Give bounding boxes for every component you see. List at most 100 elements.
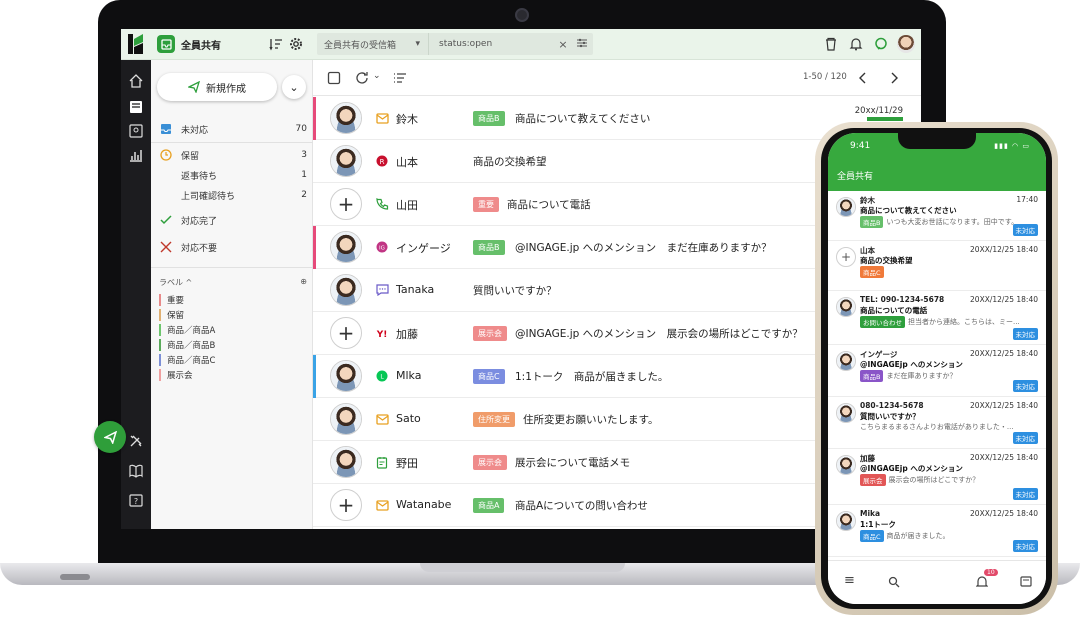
sort-icon[interactable] [269, 37, 283, 51]
avatar-image [331, 404, 361, 434]
contact-avatar[interactable] [330, 403, 362, 435]
phone-list-item[interactable]: インゲージ 20XX/12/25 18:40 @INGAGEjp へのメンション 商品… [828, 345, 1046, 397]
refresh-icon[interactable] [355, 71, 369, 85]
sidebar-item-label: 保留 [181, 151, 200, 162]
search-scope-select[interactable]: 全員共有の受信箱 ▾ [317, 33, 429, 55]
label-tag: 商品B [860, 370, 884, 382]
status-badge: 未対応 [1012, 224, 1038, 236]
contact-avatar[interactable] [330, 145, 362, 177]
home-icon[interactable] [129, 74, 143, 88]
labels-header[interactable]: ラベル ^ ⊕ [159, 277, 307, 288]
contact-avatar [836, 351, 856, 371]
nav-rail: ? [121, 60, 151, 529]
label-tag: 重要 [473, 197, 499, 212]
label-item[interactable]: 商品／商品C [159, 353, 299, 367]
search-icon[interactable] [888, 576, 900, 588]
chat-bubble-icon[interactable] [874, 37, 888, 51]
item-preview: 担当者から連絡。こちらは、ミー... [908, 318, 1020, 326]
next-page-icon[interactable] [887, 71, 901, 85]
avatar-image [331, 361, 361, 391]
phone-list-item[interactable]: TEL: 090-1234-5678 20XX/12/25 18:40 商品について… [828, 291, 1046, 345]
phone-compose-button[interactable] [94, 421, 126, 453]
contact-avatar[interactable] [330, 231, 362, 263]
select-all-checkbox[interactable] [327, 71, 341, 85]
contact-avatar[interactable] [330, 274, 362, 306]
contact-avatar [836, 297, 856, 317]
row-accent-bar [313, 97, 316, 140]
list-sort-icon[interactable] [393, 71, 407, 85]
status-indicator [867, 117, 903, 121]
sidebar-item-boss-check[interactable]: 上司確認待ち 2 [151, 185, 313, 205]
avatar-image [331, 232, 361, 262]
label-name: 商品／商品C [167, 356, 216, 366]
contact-avatar[interactable] [330, 446, 362, 478]
phone-icon [375, 197, 389, 211]
bell-icon[interactable] [849, 37, 863, 51]
gear-icon[interactable] [289, 37, 303, 51]
contact-name: 加藤 [396, 328, 418, 341]
mail-icon [375, 111, 389, 125]
user-avatar[interactable] [897, 35, 915, 53]
phone-list-item[interactable]: 080-1234-5678 20XX/12/25 18:40 質問いいですか？ こちら… [828, 397, 1046, 449]
phone-list-item[interactable]: 加藤 20XX/12/25 18:40 @INGAGEjp へのメンション 展示会 展示… [828, 449, 1046, 505]
conversation-subject: @INGAGE.jp へのメンション まだ在庫ありますか？ [515, 242, 772, 254]
close-icon [159, 241, 173, 253]
label-item[interactable]: 商品／商品A [159, 323, 299, 337]
sidebar-item-awaiting-reply[interactable]: 返事待ち 1 [151, 165, 313, 185]
contact-name: Tanaka [396, 283, 435, 296]
item-preview-row: こちらまるまるさんよりお電話がありました・... [860, 422, 1014, 432]
filter-icon[interactable] [571, 38, 593, 51]
divider [151, 267, 313, 268]
add-contact-button[interactable]: + [330, 188, 362, 220]
label-tag: 商品C [860, 530, 884, 542]
status-badge: 未対応 [1012, 488, 1038, 500]
inbox-nav-icon[interactable] [129, 100, 143, 114]
help-icon[interactable]: ? [129, 494, 143, 508]
avatar-image [837, 512, 855, 530]
conversation-subject: 住所変更お願いいたします。 [523, 414, 659, 426]
item-subject: 商品の交換希望 [860, 256, 913, 265]
contact-name: Mlka [396, 369, 422, 382]
prev-page-icon[interactable] [856, 71, 870, 85]
sidebar-item-done[interactable]: 対応完了 [151, 210, 313, 230]
pagination-text: 1-50 / 120 [803, 72, 847, 82]
phone-list-item[interactable]: 鈴木 17:40 商品について教えてください 商品B いつも大変お世話になります。田中で… [828, 191, 1046, 241]
bell-icon[interactable] [976, 575, 988, 588]
contact-name: 野田 [396, 457, 418, 470]
label-tag: 展示会 [860, 474, 886, 486]
contact-avatar[interactable] [330, 360, 362, 392]
sidebar-item-not-needed[interactable]: 対応不要 [151, 237, 313, 257]
phone-list-item[interactable]: + 山本 20XX/12/25 18:40 商品の交換希望 商品C [828, 241, 1046, 291]
add-contact-button[interactable]: + [330, 317, 362, 349]
contact-avatar[interactable] [330, 102, 362, 134]
clear-search-icon[interactable]: × [555, 38, 571, 51]
analytics-icon[interactable] [129, 148, 143, 162]
compose-button[interactable]: 新規作成 [157, 73, 277, 101]
phone-list-item[interactable]: Mika 20XX/12/25 18:40 1:1トーク 商品C 商品が届きました。 未対… [828, 505, 1046, 557]
label-item[interactable]: 展示会 [159, 368, 299, 382]
inbox-icon [157, 35, 175, 53]
memo-icon [375, 455, 389, 469]
status-badge: 未対応 [1012, 540, 1038, 552]
label-item[interactable]: 保留 [159, 308, 299, 322]
add-label-icon[interactable]: ⊕ [300, 277, 307, 288]
add-contact-button[interactable]: + [330, 489, 362, 521]
label-item[interactable]: 重要 [159, 293, 299, 307]
chevron-down-icon[interactable]: ⌄ [373, 71, 381, 81]
app-logo-icon [128, 34, 143, 54]
menu-icon[interactable]: ≡ [844, 573, 855, 588]
contact-name: Sato [396, 412, 421, 425]
label-item[interactable]: 商品／商品B [159, 338, 299, 352]
search-bar[interactable]: 全員共有の受信箱 ▾ status:open × [317, 33, 593, 55]
inbox-switcher[interactable]: 全員共有 [157, 35, 221, 53]
compose-options-button[interactable]: ⌄ [282, 75, 306, 99]
tools-icon[interactable] [129, 434, 143, 448]
conversation-subject: 商品Aについての問い合わせ [515, 500, 648, 512]
trash-icon[interactable] [824, 37, 838, 51]
sidebar-item-unhandled[interactable]: 未対応 70 [151, 119, 313, 139]
contacts-icon[interactable] [129, 124, 143, 138]
search-input[interactable]: status:open [429, 39, 555, 49]
inbox-tab-icon[interactable] [1020, 576, 1032, 587]
sidebar-item-hold[interactable]: 保留 3 [151, 145, 313, 165]
book-icon[interactable] [129, 464, 143, 478]
